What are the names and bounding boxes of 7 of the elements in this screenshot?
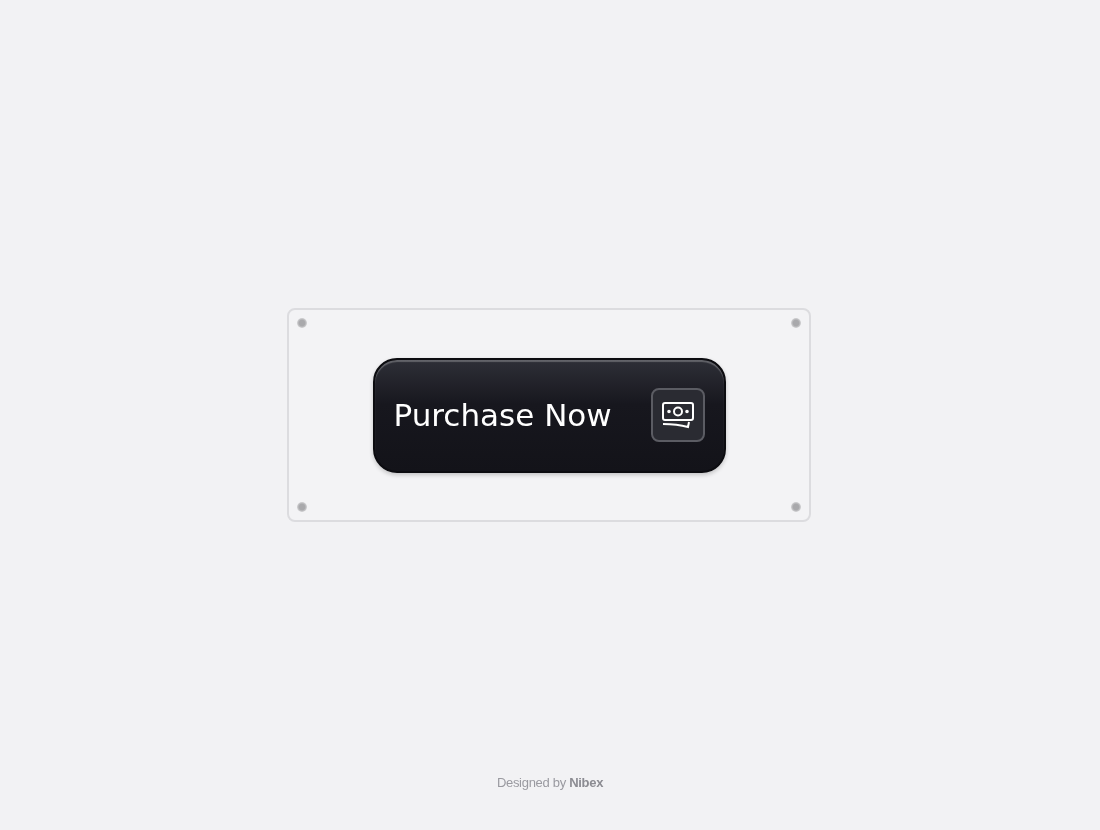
designer-credit: Designed by Nibex [496,775,604,790]
screw-icon [297,502,307,512]
screw-icon [791,318,801,328]
screw-icon [297,318,307,328]
screw-icon [791,502,801,512]
money-icon [650,388,705,442]
purchase-button[interactable]: Purchase Now [372,357,726,473]
